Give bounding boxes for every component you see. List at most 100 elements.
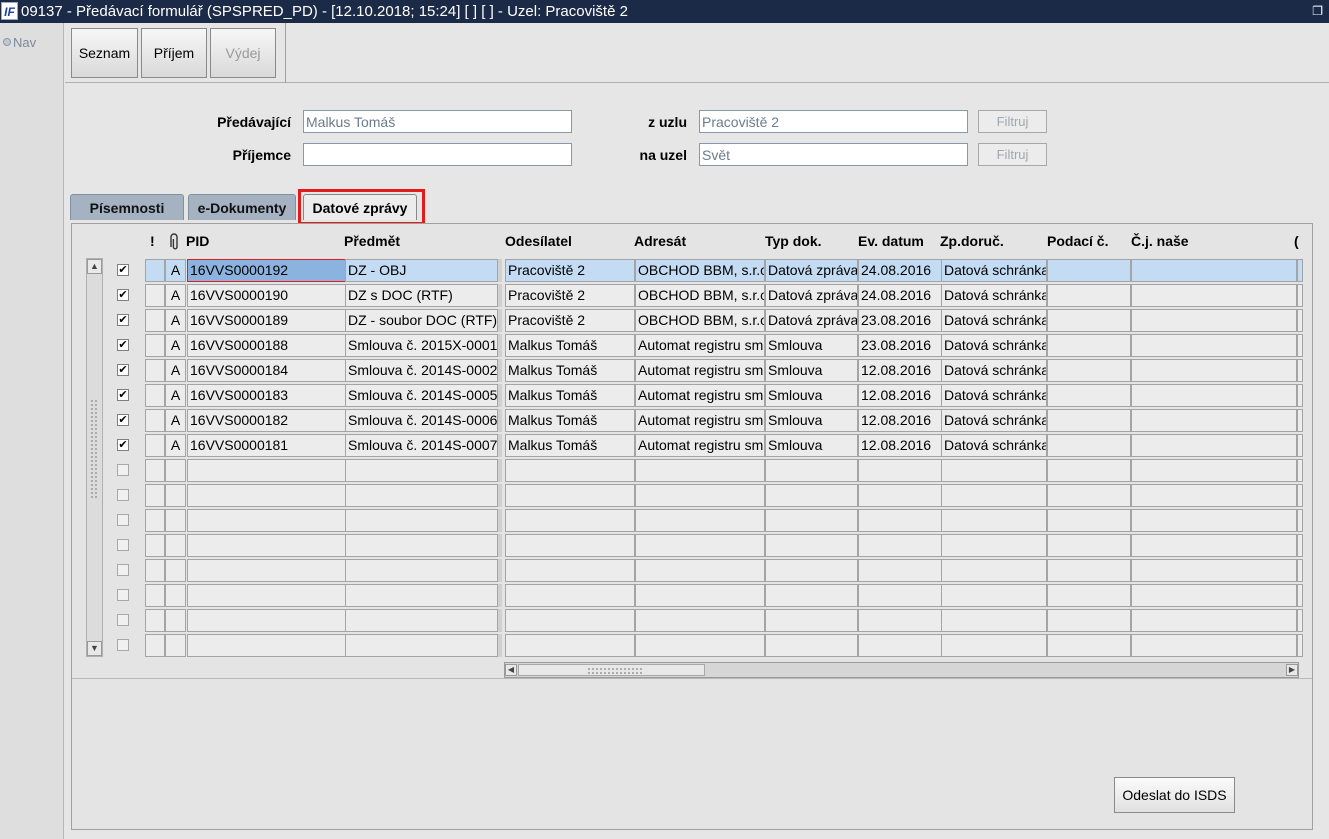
cell-adresat[interactable]: Automat registru smluv <box>635 334 765 357</box>
cell-zpdoruc[interactable] <box>941 609 1047 632</box>
cell-odesilatel[interactable] <box>505 534 635 557</box>
prijem-button[interactable]: Příjem <box>141 28 207 78</box>
cell-podaci[interactable] <box>1047 334 1131 357</box>
header-adresat[interactable]: Adresát <box>634 233 686 255</box>
cell-pid[interactable]: 16VVS0000184 <box>187 359 346 382</box>
predavajici-input[interactable] <box>303 110 572 133</box>
cell-predmet[interactable]: DZ - OBJ <box>345 259 498 282</box>
row-checkbox[interactable]: ✔ <box>117 339 129 351</box>
cell-zpdoruc[interactable] <box>941 484 1047 507</box>
cell-typ[interactable] <box>765 559 858 582</box>
cell-predmet[interactable]: Smlouva č. 2015X-0001 <box>345 334 498 357</box>
cell-datum[interactable]: 23.08.2016 <box>858 334 942 357</box>
cell-zpdoruc[interactable]: Datová schránka <box>941 309 1047 332</box>
cell-zpdoruc[interactable] <box>941 459 1047 482</box>
cell-pid[interactable] <box>187 484 346 507</box>
cell-cj[interactable] <box>1131 559 1297 582</box>
filtruj-z-uzlu-button[interactable]: Filtruj <box>978 110 1047 133</box>
cell-odesilatel[interactable] <box>505 509 635 532</box>
cell-predmet[interactable]: DZ s DOC (RTF) <box>345 284 498 307</box>
vydej-button[interactable]: Výdej <box>210 28 276 78</box>
cell-cj[interactable] <box>1131 284 1297 307</box>
cell-odesilatel[interactable] <box>505 584 635 607</box>
cell-zpdoruc[interactable] <box>941 509 1047 532</box>
cell-adresat[interactable] <box>635 484 765 507</box>
cell-typ[interactable]: Smlouva <box>765 359 858 382</box>
cell-cj[interactable] <box>1131 334 1297 357</box>
cell-datum[interactable] <box>858 584 942 607</box>
nav-toggle[interactable]: Nav <box>3 35 36 50</box>
cell-odesilatel[interactable]: Malkus Tomáš <box>505 384 635 407</box>
cell-podaci[interactable] <box>1047 459 1131 482</box>
cell-podaci[interactable] <box>1047 284 1131 307</box>
cell-adresat[interactable]: OBCHOD BBM, s.r.o. <box>635 259 765 282</box>
cell-datum[interactable]: 24.08.2016 <box>858 259 942 282</box>
scroll-right-icon[interactable]: ▶ <box>1286 664 1298 676</box>
row-checkbox[interactable] <box>117 564 129 576</box>
cell-odesilatel[interactable]: Pracoviště 2 <box>505 259 635 282</box>
restore-window-icon[interactable]: ❐ <box>1312 0 1323 23</box>
row-checkbox[interactable]: ✔ <box>117 314 129 326</box>
cell-datum[interactable] <box>858 534 942 557</box>
header-ev-datum[interactable]: Ev. datum <box>858 233 924 255</box>
cell-predmet[interactable] <box>345 634 498 657</box>
horizontal-scroll-thumb[interactable] <box>518 664 705 676</box>
cell-odesilatel[interactable] <box>505 484 635 507</box>
cell-zpdoruc[interactable] <box>941 559 1047 582</box>
header-typ-dok[interactable]: Typ dok. <box>765 233 822 255</box>
na-uzel-input[interactable] <box>699 143 968 166</box>
cell-predmet[interactable] <box>345 534 498 557</box>
cell-zpdoruc[interactable]: Datová schránka <box>941 434 1047 457</box>
cell-pid[interactable]: 16VVS0000189 <box>187 309 346 332</box>
row-checkbox[interactable]: ✔ <box>117 264 129 276</box>
cell-predmet[interactable] <box>345 584 498 607</box>
cell-odesilatel[interactable]: Pracoviště 2 <box>505 309 635 332</box>
cell-cj[interactable] <box>1131 409 1297 432</box>
cell-typ[interactable] <box>765 534 858 557</box>
row-checkbox[interactable] <box>117 614 129 626</box>
cell-typ[interactable]: Datová zpráva <box>765 259 858 282</box>
header-exclamation[interactable]: ! <box>150 233 155 255</box>
cell-typ[interactable] <box>765 459 858 482</box>
cell-datum[interactable] <box>858 484 942 507</box>
cell-datum[interactable] <box>858 609 942 632</box>
row-checkbox[interactable]: ✔ <box>117 389 129 401</box>
cell-pid[interactable]: 16VVS0000190 <box>187 284 346 307</box>
header-zp-doruc[interactable]: Zp.doruč. <box>940 233 1004 255</box>
cell-cj[interactable] <box>1131 584 1297 607</box>
cell-odesilatel[interactable] <box>505 459 635 482</box>
cell-datum[interactable] <box>858 509 942 532</box>
row-checkbox[interactable]: ✔ <box>117 364 129 376</box>
cell-datum[interactable]: 12.08.2016 <box>858 409 942 432</box>
cell-datum[interactable]: 24.08.2016 <box>858 284 942 307</box>
seznam-button[interactable]: Seznam <box>71 28 138 78</box>
cell-odesilatel[interactable] <box>505 559 635 582</box>
cell-zpdoruc[interactable]: Datová schránka <box>941 284 1047 307</box>
cell-predmet[interactable] <box>345 484 498 507</box>
cell-cj[interactable] <box>1131 534 1297 557</box>
cell-pid[interactable] <box>187 459 346 482</box>
cell-podaci[interactable] <box>1047 559 1131 582</box>
cell-cj[interactable] <box>1131 259 1297 282</box>
cell-podaci[interactable] <box>1047 359 1131 382</box>
cell-podaci[interactable] <box>1047 634 1131 657</box>
cell-predmet[interactable]: Smlouva č. 2014S-0006 <box>345 409 498 432</box>
row-checkbox[interactable] <box>117 539 129 551</box>
cell-pid[interactable] <box>187 534 346 557</box>
cell-adresat[interactable] <box>635 534 765 557</box>
header-predmet[interactable]: Předmět <box>344 233 400 255</box>
cell-predmet[interactable]: Smlouva č. 2014S-0005 <box>345 384 498 407</box>
cell-cj[interactable] <box>1131 459 1297 482</box>
cell-typ[interactable]: Smlouva <box>765 409 858 432</box>
row-checkbox[interactable] <box>117 514 129 526</box>
cell-typ[interactable]: Smlouva <box>765 334 858 357</box>
cell-odesilatel[interactable]: Pracoviště 2 <box>505 284 635 307</box>
cell-cj[interactable] <box>1131 609 1297 632</box>
cell-cj[interactable] <box>1131 434 1297 457</box>
cell-datum[interactable] <box>858 634 942 657</box>
cell-pid[interactable] <box>187 509 346 532</box>
cell-podaci[interactable] <box>1047 609 1131 632</box>
cell-typ[interactable] <box>765 634 858 657</box>
cell-pid[interactable] <box>187 584 346 607</box>
cell-odesilatel[interactable]: Malkus Tomáš <box>505 359 635 382</box>
